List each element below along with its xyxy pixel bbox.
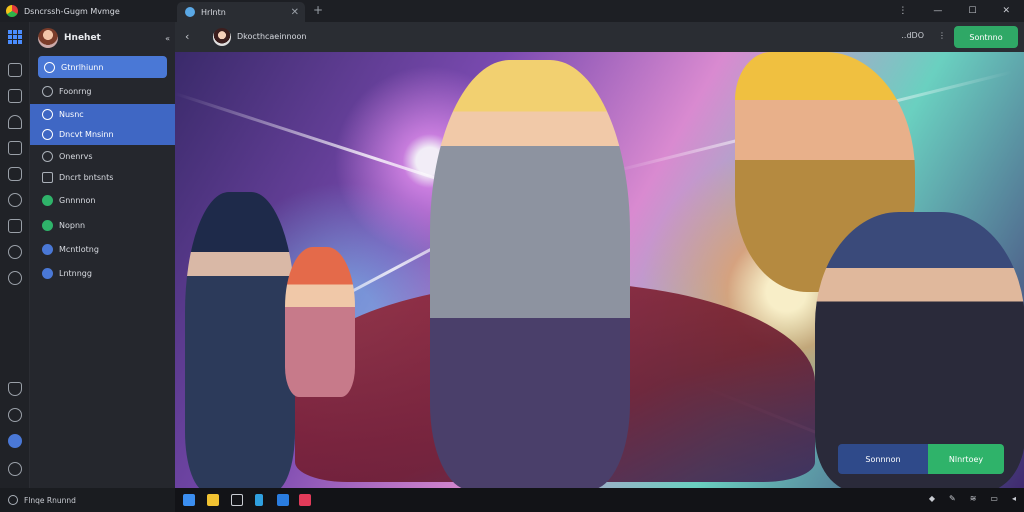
more-icon[interactable]: ⋮ — [938, 31, 946, 40]
wifi-icon[interactable]: ≋ — [970, 494, 977, 503]
status-icon — [8, 495, 18, 505]
more-icon[interactable]: ⋮ — [898, 6, 907, 16]
app-logo-icon — [6, 5, 18, 17]
sidebar-item-label: Onenrvs — [59, 151, 93, 161]
header-avatar[interactable] — [213, 28, 231, 46]
blue-circle-icon — [42, 267, 53, 279]
header-title: Dkocthcaeinnoon — [237, 32, 307, 41]
hero-illustration: Sonnnon Nlnrtoey — [175, 52, 1024, 488]
settings-icon[interactable] — [8, 462, 22, 476]
box-icon[interactable] — [8, 219, 22, 233]
volume-icon[interactable]: ◂ — [1012, 494, 1016, 503]
dark-haired-character — [185, 192, 295, 488]
minimize-icon[interactable]: — — [933, 6, 942, 16]
sidebar-item-label: Nusnc — [59, 109, 84, 119]
overlay-green-button[interactable]: Nlnrtoey — [928, 444, 1004, 474]
sidebar-item-7[interactable]: Nopnn — [36, 215, 175, 235]
red-haired-character — [285, 247, 355, 397]
sidebar-item-label: Dncrt bntsnts — [59, 172, 114, 182]
browser-tab[interactable]: Hrlntn ✕ — [177, 2, 305, 22]
app-taskbar-icon[interactable] — [277, 494, 289, 506]
header-action-button[interactable]: Sontnno — [954, 26, 1018, 48]
header-right-text: ..dDO — [901, 31, 924, 40]
shield-icon[interactable] — [8, 115, 22, 129]
user-badge-icon[interactable] — [8, 434, 22, 448]
sidebar-item-8[interactable]: Mcntlotng — [36, 239, 175, 259]
circle-icon[interactable] — [8, 193, 22, 207]
sidebar-item-label: Mcntlotng — [59, 244, 99, 254]
window-title: Dsncrssh-Gugm Mvmge — [24, 6, 120, 16]
sidebar-item-4[interactable]: Onenrvs — [36, 146, 175, 166]
close-window-icon[interactable]: ✕ — [1002, 6, 1010, 16]
home-icon — [44, 61, 55, 73]
pin-taskbar-icon[interactable] — [255, 494, 263, 506]
media-taskbar-icon[interactable] — [299, 494, 311, 506]
bell-icon[interactable] — [8, 408, 22, 422]
overlay-button-group: Sonnnon Nlnrtoey — [838, 444, 1004, 474]
square-icon — [42, 171, 53, 183]
sidebar-item-2[interactable]: Nusnc — [30, 104, 175, 124]
tab-bar: Hrlntn ✕ + ⋮ — ☐ ✕ — [175, 0, 1024, 22]
chat-header: ‹ Dkocthcaeinnoon ..dDO ⋮ Sontnno — [175, 22, 1024, 52]
sidebar-status-bar: Flnqe Rnunnd — [0, 488, 175, 512]
sidebar-item-3[interactable]: Dncvt Mnsinn — [30, 123, 175, 145]
sidebar-item-0[interactable]: Gtnrlhiunn — [38, 56, 167, 78]
window-taskbar-icon[interactable] — [231, 494, 243, 506]
header-tools: ..dDO ⋮ — [901, 31, 946, 40]
copy-icon[interactable] — [8, 63, 22, 77]
maximize-icon[interactable]: ☐ — [968, 6, 976, 16]
sidebar-item-label: Lntnngg — [59, 268, 92, 278]
sidebar-item-label: Gnnnnon — [59, 195, 96, 205]
avatar — [38, 28, 58, 48]
sidebar-item-label: Foonrng — [59, 86, 92, 96]
profile-name: Hnehet — [64, 33, 101, 43]
sidebar-item-label: Dncvt Mnsinn — [59, 129, 114, 139]
window-controls: ⋮ — ☐ ✕ — [898, 0, 1024, 22]
status-text: Flnqe Rnunnd — [24, 495, 76, 505]
left-rail — [0, 22, 30, 488]
blue-circle-icon — [42, 243, 53, 255]
close-tab-icon[interactable]: ✕ — [291, 7, 305, 18]
title-bar: Dsncrssh-Gugm Mvmge — [0, 0, 175, 22]
sidebar-item-6[interactable]: Gnnnnon — [36, 190, 175, 210]
profile-header[interactable]: Hnehet « — [38, 26, 170, 50]
video-icon — [42, 128, 53, 140]
green-circle-icon — [42, 219, 53, 231]
folder-icon[interactable] — [8, 167, 22, 181]
sidebar-item-5[interactable]: Dncrt bntsnts — [36, 167, 175, 187]
sidebar-item-1[interactable]: Foonrng — [36, 81, 175, 101]
system-tray: ◆ ✎ ≋ ▭ ◂ — [929, 494, 1016, 503]
tab-label: Hrlntn — [201, 7, 226, 17]
armored-hero-character — [430, 60, 630, 488]
battery-icon[interactable]: ▭ — [990, 494, 998, 503]
music-icon — [42, 108, 53, 120]
green-circle-icon — [42, 194, 53, 206]
tag-icon — [42, 150, 53, 162]
start-icon[interactable] — [183, 494, 195, 506]
sidebar-item-label: Gtnrlhiunn — [61, 62, 104, 72]
refresh-icon — [42, 85, 53, 97]
taskbar: ◆ ✎ ≋ ▭ ◂ — [175, 488, 1024, 512]
back-icon[interactable]: ‹ — [185, 30, 189, 43]
clock-icon[interactable] — [8, 271, 22, 285]
help-icon[interactable] — [8, 245, 22, 259]
chat-icon[interactable] — [8, 141, 22, 155]
new-tab-icon[interactable]: + — [313, 3, 323, 17]
app-window: Dsncrssh-Gugm Mvmge Hrlntn ✕ + ⋮ — ☐ ✕ H… — [0, 0, 1024, 512]
network-icon[interactable]: ◆ — [929, 494, 935, 503]
sidebar-item-9[interactable]: Lntnngg — [36, 263, 175, 283]
tab-favicon-icon — [185, 7, 195, 17]
overlay-blue-button[interactable]: Sonnnon — [838, 444, 928, 474]
document-icon[interactable] — [8, 89, 22, 103]
sidebar-item-label: Nopnn — [59, 220, 86, 230]
sidebar: Hnehet « Gtnrlhiunn Foonrng Nusnc Dncvt … — [30, 22, 175, 488]
folder-taskbar-icon[interactable] — [207, 494, 219, 506]
collapse-icon[interactable]: « — [165, 34, 170, 43]
grid-icon[interactable] — [8, 30, 22, 44]
edit-icon[interactable]: ✎ — [949, 494, 956, 503]
home-rail-icon[interactable] — [8, 382, 22, 396]
